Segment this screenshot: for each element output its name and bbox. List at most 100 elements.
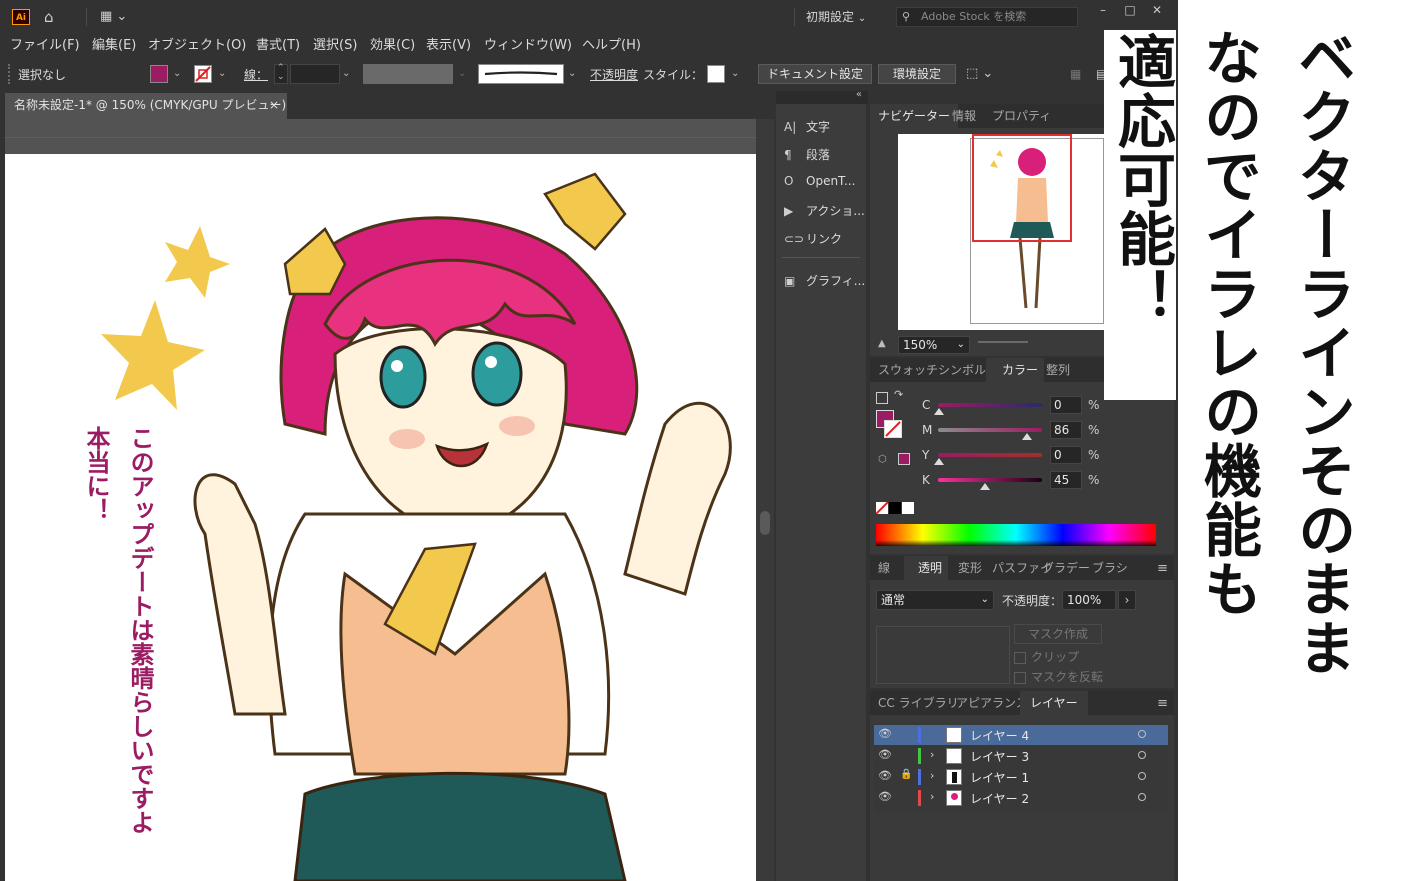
dock-actions-panel[interactable]: ▶ アクショ... <box>784 202 865 224</box>
channel-m-thumb[interactable] <box>1022 433 1032 440</box>
target-icon[interactable] <box>1138 772 1146 780</box>
channel-c-slider[interactable] <box>938 403 1042 407</box>
scrollbar-thumb[interactable] <box>760 511 770 535</box>
document-canvas-area[interactable]: このアップデートは素晴らしいですよ 本当に！ <box>5 119 756 881</box>
tab-color[interactable]: カラー <box>986 358 1045 382</box>
layer-name[interactable]: レイヤー 3 <box>970 748 1029 765</box>
chevron-down-icon[interactable]: ⌄ <box>342 68 350 79</box>
stroke-color-swatch[interactable] <box>884 420 902 438</box>
color-spectrum[interactable] <box>876 524 1156 546</box>
visibility-eye-icon[interactable]: 👁 <box>878 748 892 761</box>
blend-mode-select[interactable]: 通常 ⌄ <box>876 590 994 610</box>
tab-properties[interactable]: プロパティ <box>992 104 1051 128</box>
minimize-button[interactable]: – <box>1092 3 1114 19</box>
tab-info[interactable]: 情報 <box>952 104 976 128</box>
layer-row-3[interactable]: 👁 › レイヤー 3 <box>874 746 1168 766</box>
visibility-eye-icon[interactable]: 👁 <box>878 790 892 803</box>
arrange-documents-icon[interactable]: ▦ ⌄ <box>100 9 127 25</box>
expand-arrow-icon[interactable]: › <box>930 790 934 803</box>
channel-k-input[interactable]: 45 <box>1050 471 1082 489</box>
fill-swatch[interactable] <box>150 65 168 83</box>
panel-menu-icon[interactable]: ≡ <box>1157 561 1168 576</box>
layer-row-1[interactable]: 👁 🔒 › レイヤー 1 <box>874 767 1168 787</box>
expand-arrow-icon[interactable]: › <box>930 748 934 761</box>
graphic-style-swatch[interactable] <box>707 65 725 83</box>
dock-type-panel[interactable]: A| 文字 <box>784 118 830 140</box>
canvas-vertical-text-side[interactable]: 本当に！ <box>79 426 114 522</box>
layer-row-2[interactable]: 👁 › レイヤー 2 <box>874 788 1168 808</box>
menu-help[interactable]: ヘルプ(H) <box>582 34 641 53</box>
dock-graphic-styles-panel[interactable]: ▣ グラフィ... <box>784 272 865 294</box>
layer-name[interactable]: レイヤー 4 <box>970 727 1029 744</box>
menu-view[interactable]: 表示(V) <box>426 34 471 53</box>
document-tab[interactable]: 名称未設定-1* @ 150% (CMYK/GPU プレビュー) × <box>5 93 287 119</box>
zoom-level-input[interactable]: 150% ⌄ <box>898 336 970 354</box>
tab-align[interactable]: 整列 <box>1046 358 1070 382</box>
invert-mask-checkbox[interactable]: マスクを反転 <box>1014 668 1103 685</box>
chevron-down-icon[interactable]: ⌄ <box>568 68 576 79</box>
zoom-out-icon[interactable]: ▲ <box>878 338 886 349</box>
tab-gradient[interactable]: グラデー <box>1042 556 1090 580</box>
maximize-button[interactable]: □ <box>1119 3 1141 19</box>
workspace-preset-dropdown[interactable]: 初期設定 ⌄ <box>806 8 876 26</box>
tab-brushes[interactable]: ブラシ <box>1092 556 1128 580</box>
opacity-label[interactable]: 不透明度 <box>590 66 638 83</box>
target-icon[interactable] <box>1138 730 1146 738</box>
menu-window[interactable]: ウィンドウ(W) <box>484 34 572 53</box>
chevron-down-icon[interactable]: ⌄ <box>173 68 181 79</box>
visibility-eye-icon[interactable]: 👁 <box>878 727 892 740</box>
opacity-arrow-button[interactable]: › <box>1118 590 1136 610</box>
channel-k-thumb[interactable] <box>980 483 990 490</box>
close-window-button[interactable]: ✕ <box>1146 3 1168 19</box>
stock-search-input[interactable]: ⚲ Adobe Stock を検索 <box>896 7 1078 27</box>
stroke-swatch[interactable] <box>194 65 212 83</box>
menu-file[interactable]: ファイル(F) <box>10 34 80 53</box>
channel-c-input[interactable]: 0 <box>1050 396 1082 414</box>
panel-menu-icon[interactable]: ≡ <box>1157 696 1168 711</box>
vertical-scrollbar[interactable] <box>756 119 774 881</box>
menu-type[interactable]: 書式(T) <box>256 34 300 53</box>
menu-select[interactable]: 選択(S) <box>313 34 357 53</box>
dock-links-panel[interactable]: ⊂⊃ リンク <box>784 230 842 252</box>
dock-paragraph-panel[interactable]: ¶ 段落 <box>784 146 830 168</box>
align-options-icon[interactable]: ⬚ ⌄ <box>966 66 993 82</box>
channel-y-thumb[interactable] <box>934 458 944 465</box>
dock-opentype-panel[interactable]: O OpenT... <box>784 174 855 196</box>
home-icon[interactable]: ⌂ <box>44 9 54 25</box>
zoom-slider[interactable] <box>978 341 1028 343</box>
black-color-chip[interactable] <box>889 502 901 514</box>
chevron-down-icon[interactable]: ⌄ <box>731 68 739 79</box>
default-colors-icon[interactable] <box>876 392 888 404</box>
menu-object[interactable]: オブジェクト(O) <box>148 34 246 53</box>
close-tab-icon[interactable]: × <box>269 93 279 117</box>
canvas-vertical-text-main[interactable]: このアップデートは素晴らしいですよ <box>123 426 158 834</box>
target-icon[interactable] <box>1138 751 1146 759</box>
artboard[interactable]: このアップデートは素晴らしいですよ 本当に！ <box>5 154 756 881</box>
channel-m-input[interactable]: 86 <box>1050 421 1082 439</box>
tab-navigator[interactable]: ナビゲーター <box>870 104 959 128</box>
stroke-label[interactable]: 線： <box>244 66 268 83</box>
clip-checkbox[interactable]: クリップ <box>1014 648 1079 665</box>
tab-swatches[interactable]: スウォッチ <box>878 358 938 382</box>
target-icon[interactable] <box>1138 793 1146 801</box>
expand-arrow-icon[interactable]: › <box>930 769 934 782</box>
opacity-input[interactable]: 100% <box>1062 590 1116 610</box>
white-color-chip[interactable] <box>902 502 914 514</box>
layer-name[interactable]: レイヤー 2 <box>970 790 1029 807</box>
navigator-view-box[interactable] <box>972 134 1072 242</box>
tab-symbols[interactable]: シンボル <box>938 358 986 382</box>
none-color-icon[interactable] <box>876 502 888 514</box>
channel-c-thumb[interactable] <box>934 408 944 415</box>
tab-transform[interactable]: 変形 <box>958 556 982 580</box>
layer-name[interactable]: レイヤー 1 <box>970 769 1029 786</box>
tab-stroke[interactable]: 線 <box>878 556 890 580</box>
grip-handle[interactable] <box>8 64 12 84</box>
tab-layers[interactable]: レイヤー <box>1020 691 1088 715</box>
document-setup-button[interactable]: ドキュメント設定 <box>758 64 872 84</box>
stroke-weight-input[interactable] <box>290 64 340 84</box>
tab-appearance[interactable]: アピアランス <box>956 691 1028 715</box>
tab-cc-libraries[interactable]: CC ライブラリ <box>878 691 959 715</box>
preferences-button[interactable]: 環境設定 <box>878 64 956 84</box>
menu-effect[interactable]: 効果(C) <box>370 34 415 53</box>
gamut-color-swatch[interactable] <box>898 453 910 465</box>
